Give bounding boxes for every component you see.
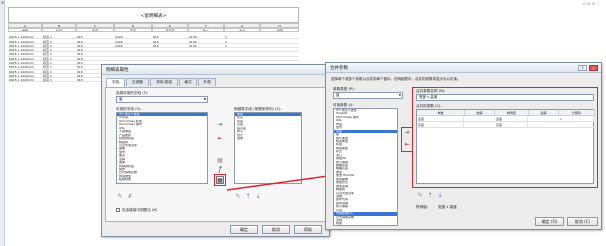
schedule-title: <窗明细表> (140, 14, 167, 19)
available-field-item[interactable]: 框架材质 (117, 178, 207, 181)
column-header: 防火 (188, 27, 224, 33)
column-header: 类型 (8, 27, 42, 33)
tab-4[interactable]: 外观 (198, 78, 216, 86)
window-controls-icon[interactable]: ▭ ⊡ ✕ (582, 1, 595, 6)
column-header: 宽度 (76, 27, 114, 33)
select-fields-dropdown[interactable]: 窗 ▼ (116, 96, 208, 103)
combine-description: 选择两个或多个参数以合并到单个值中。在明细表中，合并的参数将显示为以可读。 (331, 77, 461, 81)
include-links-checkbox[interactable] (116, 208, 120, 212)
edit-icon[interactable]: ✎ (116, 193, 124, 201)
available-params-list[interactable]: IFC 预定义类型 IfcGUID OmniClass 编号 URL 厚度 型号 宽度族族与… (333, 108, 398, 226)
column-header: 合计 (224, 27, 260, 33)
sidebar-strip (0, 0, 5, 246)
props-title: 明细表属性 (106, 68, 129, 73)
props-titlebar: 明细表属性 (102, 65, 329, 75)
tab-1[interactable]: 过滤器 (126, 78, 149, 86)
red-arrow (226, 173, 333, 191)
move-down-icon[interactable]: ⇣ (254, 193, 262, 201)
chevron-down-icon: ▼ (398, 93, 401, 97)
help-icon[interactable]: ? (578, 65, 587, 71)
combined-params-table[interactable]: 参数 前缀 样例值 后缀 分隔符 宽度 宽度 x 高度 高度 (416, 109, 595, 184)
table-row[interactable]: 高度 高度 (417, 122, 595, 128)
sample-label: 样例值: (416, 205, 428, 209)
cancel-button[interactable]: 取消 (262, 225, 290, 234)
available-param-item[interactable]: 材质 (334, 222, 397, 225)
combined-name-value: 宽度 x 高度 (419, 95, 438, 99)
remove-field-icon[interactable]: ⇤ (216, 135, 224, 143)
add-field-icon[interactable]: ⇥ (216, 121, 224, 129)
edit-param-icon[interactable]: ✎ (416, 192, 424, 200)
combine-ok-button[interactable]: 确定 (O) (535, 217, 564, 226)
move-up-param-icon[interactable]: ⇡ (426, 192, 434, 200)
table-cell: 0915 x 1220mm (9, 78, 34, 83)
calculated-value-icon[interactable]: ƒ (216, 166, 224, 174)
combine-parameters-dialog: 合并参数 ? ✕ 选择两个或多个参数以合并到单个值中。在明细表中，合并的参数将显… (325, 62, 602, 230)
ok-button[interactable]: 确定 (230, 225, 258, 234)
chevron-down-icon: ▼ (203, 97, 206, 101)
scheduled-field-item[interactable]: 说明 (235, 137, 301, 140)
tab-0[interactable]: 字段 (106, 78, 125, 87)
table-cell: 标高 1 (43, 78, 52, 83)
schedule-properties-dialog: 明细表属性 字段 过滤器 排序/成组 格式 外观 选择可用的字段 (F): 窗 ▼ 可用… (101, 64, 330, 237)
help-button[interactable]: 帮助 (294, 225, 322, 234)
close-icon[interactable]: ✕ (589, 65, 598, 71)
combine-titlebar: 合并参数 (326, 63, 601, 73)
tab-2[interactable]: 排序/成组 (150, 78, 178, 86)
tab-3[interactable]: 格式 (179, 78, 197, 86)
column-header: 标高 (42, 27, 76, 33)
combined-name-input[interactable]: 宽度 x 高度 (416, 94, 594, 101)
close-icon[interactable]: ✕ (0, 0, 5, 6)
edit-scheduled-icon[interactable]: ✎ (234, 193, 242, 201)
column-header: 高度 (114, 27, 152, 33)
move-down-param-icon[interactable]: ⇣ (436, 192, 444, 200)
column-header: 说明 (260, 27, 299, 33)
table-cell[interactable]: 高度 (418, 122, 464, 128)
column-header: 底高度 (152, 27, 188, 33)
combine-title: 合并参数 (330, 66, 348, 71)
move-up-icon[interactable]: ⇡ (244, 193, 252, 201)
sample-value: 宽度 x 高度 (438, 205, 457, 209)
table-cell[interactable]: 高度 (496, 122, 528, 128)
props-tabs: 字段 过滤器 排序/成组 格式 外观 (106, 78, 276, 87)
available-fields-list[interactable]: IFC 预定义类型 Image OmniClass 标题 OmniClass 编号 UR… (116, 112, 208, 184)
param-type-dropdown[interactable]: 窗 ▼ (333, 92, 403, 99)
schedule-title-bar: <窗明细表> (8, 7, 299, 23)
include-links-label: 包含链接中的图元 (N) (122, 208, 158, 212)
new-parameter-icon[interactable]: ▤ (216, 157, 224, 165)
delete-icon[interactable]: ✗ (126, 193, 134, 201)
param-type-value: 窗 (336, 93, 340, 97)
select-fields-value: 窗 (119, 97, 123, 101)
combine-cancel-button[interactable]: 取消 (C) (567, 217, 598, 226)
